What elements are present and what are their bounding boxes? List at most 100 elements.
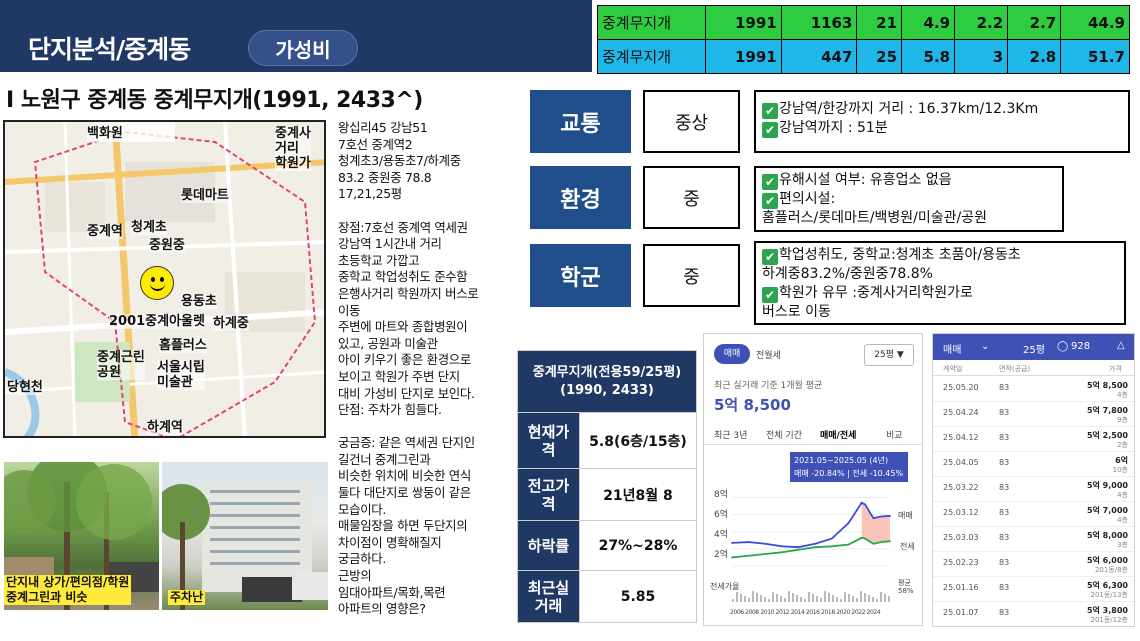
rent-price-line — [731, 536, 891, 559]
transaction-row[interactable]: 25.04.24 83 5억 7,800 9층 — [933, 403, 1134, 427]
volume-bar — [844, 592, 846, 602]
row-area: 83 — [999, 433, 1010, 442]
cell-count: 447 — [780, 39, 858, 74]
list-header: 매매 ⌄ 25평 ◯ 928 △ — [933, 334, 1134, 360]
info-table-header: 중계무지개(전용59/25평) (1990, 2433) — [517, 350, 697, 413]
row-date: 25.02.23 — [943, 558, 979, 567]
volume-bar — [748, 598, 750, 602]
check-icon: ✔ — [762, 193, 778, 209]
volume-avg: 평균 58% — [898, 579, 914, 595]
volume-bar — [824, 591, 826, 602]
cell-size: 21 — [856, 5, 903, 40]
volume-bar — [836, 597, 838, 602]
transaction-row[interactable]: 25.04.05 83 6억 10층 — [933, 453, 1134, 477]
rating-line: 강남역까지 : 51분 — [779, 120, 888, 136]
info-value: 21년8월 8 — [579, 468, 697, 521]
volume-bar — [784, 598, 786, 602]
volume-bar — [848, 594, 850, 602]
row-area: 83 — [999, 583, 1010, 592]
transaction-row[interactable]: 25.01.07 83 5억 3,800 201동/12층 — [933, 603, 1134, 626]
row-floor: 9층 — [1117, 416, 1128, 424]
legend-rent: 전세 — [900, 542, 915, 551]
rating-line: 학원가 유무 :중계사거리학원가로 — [779, 285, 973, 301]
volume-bar — [856, 598, 858, 602]
volume-bar — [792, 593, 794, 602]
area-map[interactable]: 백화원 중계사 거리 학원가 롯데마트 중계역 청계초 중원중 용동초 2001… — [3, 120, 326, 438]
volume-bar — [832, 595, 834, 602]
volume-bar — [840, 599, 842, 602]
change-highlight-area — [861, 502, 890, 544]
transaction-row[interactable]: 25.03.22 83 5억 9,000 4층 — [933, 478, 1134, 502]
volume-bar — [864, 593, 866, 602]
col-date: 계약일 — [943, 365, 963, 373]
cell-year: 1991 — [705, 39, 782, 74]
transaction-row[interactable]: 25.03.03 83 5억 8,000 3층 — [933, 528, 1134, 552]
page-title: I 노원구 중계동 중계무지개(1991, 2433^) — [6, 88, 423, 113]
volume-bar — [764, 597, 766, 602]
chat-icon[interactable]: ◯ — [1057, 341, 1068, 352]
row-floor: 201동/12층 — [1090, 616, 1128, 624]
sale-point — [747, 541, 750, 543]
row-area: 83 — [999, 608, 1010, 617]
sale-point — [764, 542, 767, 545]
row-area: 83 — [999, 533, 1010, 542]
transaction-row[interactable]: 25.02.23 83 5억 6,000 201동/8층 — [933, 553, 1134, 577]
chevron-down-icon[interactable]: ⌄ — [981, 341, 989, 352]
list-size[interactable]: 25평 — [1023, 341, 1045, 356]
cell-v7: 44.9 — [1060, 5, 1130, 40]
cell-count: 1163 — [780, 5, 858, 40]
rent-point — [780, 551, 783, 554]
check-icon: ✔ — [762, 287, 778, 303]
rating-line: 학업성취도, 중학교:청계초 초품아/용동초 — [779, 247, 1021, 263]
list-tab[interactable]: 매매 — [943, 341, 961, 356]
volume-bar — [800, 597, 802, 602]
rating-line: 홈플러스/롯데마트/백병원/미술관/공원 — [762, 210, 987, 226]
bell-icon[interactable]: △ — [1117, 340, 1125, 351]
rent-point — [764, 553, 767, 555]
cell-v6: 2.7 — [1007, 5, 1062, 40]
sale-point — [797, 546, 800, 549]
transaction-row[interactable]: 25.04.12 83 5억 2,500 2층 — [933, 428, 1134, 452]
row-floor: 4층 — [1117, 516, 1128, 524]
map-label-cheonggye-school: 청계초 — [131, 220, 167, 235]
check-icon: ✔ — [762, 122, 778, 138]
volume-bar — [788, 591, 790, 602]
volume-bar — [804, 599, 806, 602]
table-row: 중계무지개 1991 447 25 5.8 3 2.8 51.7 — [597, 39, 1130, 74]
y-tick: 2억 — [714, 550, 729, 560]
rent-point — [830, 545, 833, 548]
transaction-row[interactable]: 25.01.16 83 5억 6,300 201동/13층 — [933, 578, 1134, 602]
volume-label: 전세가율 — [710, 582, 740, 591]
map-label-baekhwawon: 백화원 — [87, 126, 123, 141]
photo-caption-parking: 주차난 — [168, 590, 206, 605]
col-price: 가격 — [1109, 365, 1122, 373]
rating-desc-environment: ✔ 유해시설 여부: 유흥업소 없음 ✔ 편의시설: 홈플러스/롯데마트/백병원/미… — [754, 166, 1064, 232]
rating-line: 강남역/한강까지 거리 : 16.37km/12.3Km — [779, 101, 1039, 117]
row-floor: 10층 — [1112, 466, 1128, 474]
volume-bar — [732, 599, 734, 602]
rent-point — [860, 536, 863, 539]
transaction-row[interactable]: 25.05.20 83 5억 8,500 4층 — [933, 378, 1134, 402]
row-floor: 2층 — [1117, 441, 1128, 449]
rating-grade-school: 중 — [643, 244, 740, 307]
volume-bar — [888, 596, 890, 602]
volume-bar — [816, 596, 818, 602]
cell-v6: 2.8 — [1007, 39, 1062, 74]
volume-bar — [744, 596, 746, 602]
volume-bar — [756, 593, 758, 602]
sale-point — [847, 522, 850, 525]
transaction-row[interactable]: 25.03.12 83 5억 7,000 4층 — [933, 503, 1134, 527]
volume-bar — [808, 592, 810, 602]
complex-photo-building: 주차난 — [162, 462, 328, 610]
row-area: 83 — [999, 383, 1010, 392]
map-label-museum: 서울시립 미술관 — [157, 360, 205, 390]
legend-sale: 매매 — [898, 511, 913, 520]
rent-point — [880, 541, 883, 543]
sale-point — [880, 515, 883, 518]
row-area: 83 — [999, 483, 1010, 492]
volume-bar — [880, 592, 882, 602]
map-label-hagye-middle: 하계중 — [213, 316, 249, 331]
volume-bar — [884, 594, 886, 602]
summary-table: 중계무지개 1991 1163 21 4.9 2.2 2.7 44.9 중계무지… — [597, 5, 1130, 74]
rating-desc-school: ✔ 학업성취도, 중학교:청계초 초품아/용동초 하계중83.2%/중원중78.8… — [754, 241, 1126, 325]
